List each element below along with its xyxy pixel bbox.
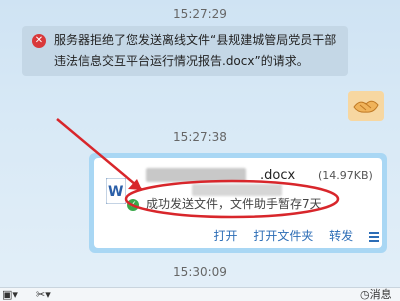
success-check-icon: ✓ xyxy=(127,199,139,211)
timestamp: 15:27:38 xyxy=(173,130,227,144)
message-record-label: 消息 xyxy=(369,288,392,301)
error-icon: ✕ xyxy=(32,34,46,48)
send-status-text: 成功发送文件，文件助手暂存7天 xyxy=(146,197,322,211)
word-doc-icon: W xyxy=(106,178,126,204)
handshake-sticker xyxy=(348,91,384,121)
error-notice: ✕ 服务器拒绝了您发送离线文件“县规建城管局党员干部违法信息交互平台运行情况报告… xyxy=(22,26,348,76)
more-menu-icon[interactable] xyxy=(369,232,379,242)
file-message-bubble[interactable]: W .docx (14.97KB) ✓ 成功发送文件，文件助手暂存7天 打开 打… xyxy=(89,153,387,253)
file-size: (14.97KB) xyxy=(318,169,373,182)
input-toolbar: ▣▾ ✂▾ ◷消息 xyxy=(0,287,400,301)
scissors-icon[interactable]: ✂▾ xyxy=(36,288,51,301)
svg-text:W: W xyxy=(108,184,123,200)
forward-link[interactable]: 转发 xyxy=(329,229,353,243)
file-actions: 打开 打开文件夹 转发 xyxy=(201,227,379,244)
error-notice-text: 服务器拒绝了您发送离线文件“县规建城管局党员干部违法信息交互平台运行情况报告.d… xyxy=(54,33,337,68)
handshake-icon xyxy=(348,91,384,121)
file-name-redacted xyxy=(146,168,246,182)
screenshot-icon[interactable]: ▣▾ xyxy=(2,288,18,301)
open-folder-link[interactable]: 打开文件夹 xyxy=(253,229,313,243)
file-extension-text: docx xyxy=(264,168,296,183)
timestamp: 15:30:09 xyxy=(173,265,227,279)
file-extension: .docx xyxy=(260,168,296,183)
open-file-link[interactable]: 打开 xyxy=(213,229,237,243)
message-record-button[interactable]: ◷消息 xyxy=(360,288,392,301)
timestamp: 15:27:29 xyxy=(173,7,227,21)
